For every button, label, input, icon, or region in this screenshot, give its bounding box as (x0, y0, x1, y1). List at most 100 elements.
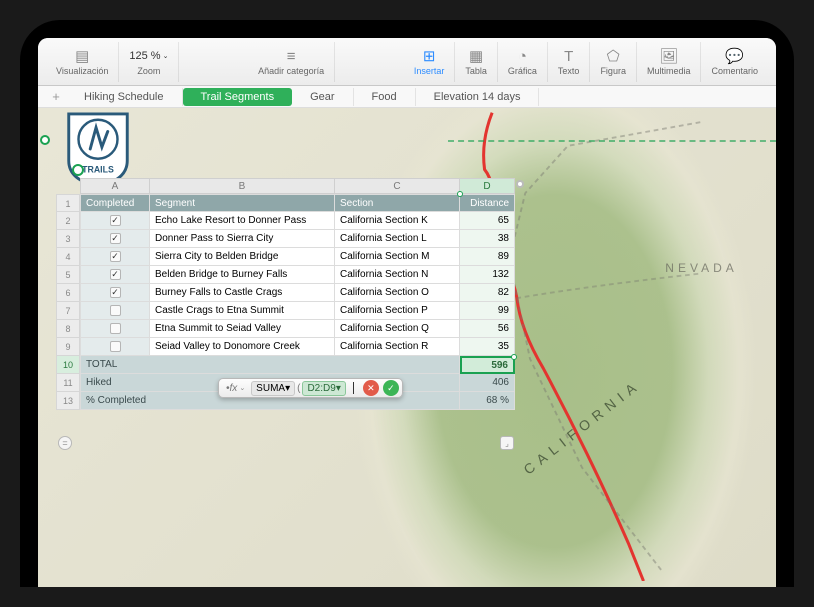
media-icon: 🖼 (659, 47, 678, 65)
column-header-C[interactable]: C (335, 178, 460, 194)
column-header-A[interactable]: A (80, 178, 150, 194)
header-segment[interactable]: Segment (150, 194, 335, 212)
cell-completed-6[interactable] (80, 284, 150, 302)
chart-button[interactable]: ◔ Gráfica (498, 42, 548, 82)
view-icon: ▤ (75, 47, 89, 65)
cell-distance-8[interactable]: 56 (460, 320, 515, 338)
cell-completed-4[interactable] (80, 248, 150, 266)
sheet-tab-4[interactable]: Elevation 14 days (416, 88, 540, 106)
cell-completed-7[interactable] (80, 302, 150, 320)
resize-handle[interactable]: ⌟ (500, 436, 514, 450)
device-frame: ▤ Visualización 125 %⌄ Zoom ≡ Añadir cat… (20, 20, 794, 587)
row-header-9[interactable]: 9 (56, 338, 80, 356)
ruler-origin[interactable] (40, 135, 50, 145)
row-header-10[interactable]: 10 (56, 356, 80, 374)
shape-button[interactable]: ⬠ Figura (590, 42, 637, 82)
cell-distance-3[interactable]: 38 (460, 230, 515, 248)
row-header-7[interactable]: 7 (56, 302, 80, 320)
row-header-13[interactable]: 13 (56, 392, 80, 410)
checkbox-6[interactable] (110, 287, 121, 298)
cell-distance-4[interactable]: 89 (460, 248, 515, 266)
function-token[interactable]: SUMA ▾ (251, 381, 295, 396)
footer-value-hiked[interactable]: 406 (460, 374, 515, 392)
column-header-D[interactable]: D (460, 178, 515, 194)
cell-distance-2[interactable]: 65 (460, 212, 515, 230)
zoom-label: Zoom (137, 66, 160, 76)
cell-segment-6[interactable]: Burney Falls to Castle Crags (150, 284, 335, 302)
row-header-4[interactable]: 4 (56, 248, 80, 266)
row-header-1[interactable]: 1 (56, 194, 80, 212)
checkbox-5[interactable] (110, 269, 121, 280)
range-token[interactable]: D2:D9 ▾ (302, 381, 345, 396)
column-header-B[interactable]: B (150, 178, 335, 194)
formula-confirm-button[interactable]: ✓ (383, 380, 399, 396)
selection-handle-top[interactable] (457, 191, 463, 197)
cell-section-7[interactable]: California Section P (335, 302, 460, 320)
row-header-5[interactable]: 5 (56, 266, 80, 284)
cell-completed-3[interactable] (80, 230, 150, 248)
checkbox-9[interactable] (110, 341, 121, 352)
view-button[interactable]: ▤ Visualización (46, 42, 119, 82)
cell-section-3[interactable]: California Section L (335, 230, 460, 248)
cell-section-9[interactable]: California Section R (335, 338, 460, 356)
formula-editor[interactable]: • fx⌄ SUMA ▾ ( D2:D9 ▾ ✕ ✓ (218, 378, 403, 398)
checkbox-4[interactable] (110, 251, 121, 262)
trails-badge: TRAILS (62, 110, 134, 188)
row-header-11[interactable]: 11 (56, 374, 80, 392)
sheet-tab-2[interactable]: Gear (292, 88, 353, 106)
cell-section-6[interactable]: California Section O (335, 284, 460, 302)
header-distance[interactable]: Distance (460, 194, 515, 212)
cell-completed-9[interactable] (80, 338, 150, 356)
cell-segment-2[interactable]: Echo Lake Resort to Donner Pass (150, 212, 335, 230)
cell-segment-5[interactable]: Belden Bridge to Burney Falls (150, 266, 335, 284)
cell-completed-2[interactable] (80, 212, 150, 230)
checkbox-2[interactable] (110, 215, 121, 226)
header-completed[interactable]: Completed (80, 194, 150, 212)
text-button[interactable]: T Texto (548, 42, 591, 82)
add-sheet-button[interactable]: + (46, 89, 66, 104)
cell-section-5[interactable]: California Section N (335, 266, 460, 284)
cell-distance-9[interactable]: 35 (460, 338, 515, 356)
media-button[interactable]: 🖼 Multimedia (637, 42, 702, 82)
zoom-control[interactable]: 125 %⌄ Zoom (119, 42, 179, 82)
sheet-tab-3[interactable]: Food (354, 88, 416, 106)
cell-segment-9[interactable]: Seiad Valley to Donomore Creek (150, 338, 335, 356)
fx-label: • fx⌄ (222, 381, 249, 396)
cell-distance-7[interactable]: 99 (460, 302, 515, 320)
cell-segment-7[interactable]: Castle Crags to Etna Summit (150, 302, 335, 320)
sheet-tab-1[interactable]: Trail Segments (183, 88, 293, 106)
cell-section-8[interactable]: California Section Q (335, 320, 460, 338)
add-category-button[interactable]: ≡ Añadir categoría (248, 42, 335, 82)
cell-completed-5[interactable] (80, 266, 150, 284)
checkbox-3[interactable] (110, 233, 121, 244)
row-header-2[interactable]: 2 (56, 212, 80, 230)
cell-segment-4[interactable]: Sierra City to Belden Bridge (150, 248, 335, 266)
checkbox-8[interactable] (110, 323, 121, 334)
row-header-6[interactable]: 6 (56, 284, 80, 302)
cell-distance-6[interactable]: 82 (460, 284, 515, 302)
row-action-button[interactable]: = (58, 436, 72, 450)
formula-cancel-button[interactable]: ✕ (363, 380, 379, 396)
col-handle-right[interactable] (516, 180, 524, 188)
cell-section-2[interactable]: California Section K (335, 212, 460, 230)
checkbox-7[interactable] (110, 305, 121, 316)
row-header-8[interactable]: 8 (56, 320, 80, 338)
footer-value-pct[interactable]: 68 % (460, 392, 515, 410)
table-button[interactable]: ▦ Tabla (455, 42, 498, 82)
col-handle-left[interactable] (72, 164, 84, 176)
selection-handle-bottom[interactable] (511, 354, 517, 360)
sheet-tab-0[interactable]: Hiking Schedule (66, 88, 183, 106)
comment-button[interactable]: 💬 Comentario (701, 42, 768, 82)
cell-segment-3[interactable]: Donner Pass to Sierra City (150, 230, 335, 248)
cell-section-4[interactable]: California Section M (335, 248, 460, 266)
insert-button[interactable]: ⊞ Insertar (404, 42, 456, 82)
cell-segment-8[interactable]: Etna Summit to Seiad Valley (150, 320, 335, 338)
header-section[interactable]: Section (335, 194, 460, 212)
cell-completed-8[interactable] (80, 320, 150, 338)
california-label: CALIFORNIA (521, 377, 644, 478)
row-header-3[interactable]: 3 (56, 230, 80, 248)
footer-value-total[interactable]: 596 (460, 356, 515, 374)
footer-label-total[interactable]: TOTAL (80, 356, 460, 374)
spreadsheet-table[interactable]: ABCD 123456789101113 CompletedSegmentSec… (56, 178, 516, 410)
cell-distance-5[interactable]: 132 (460, 266, 515, 284)
